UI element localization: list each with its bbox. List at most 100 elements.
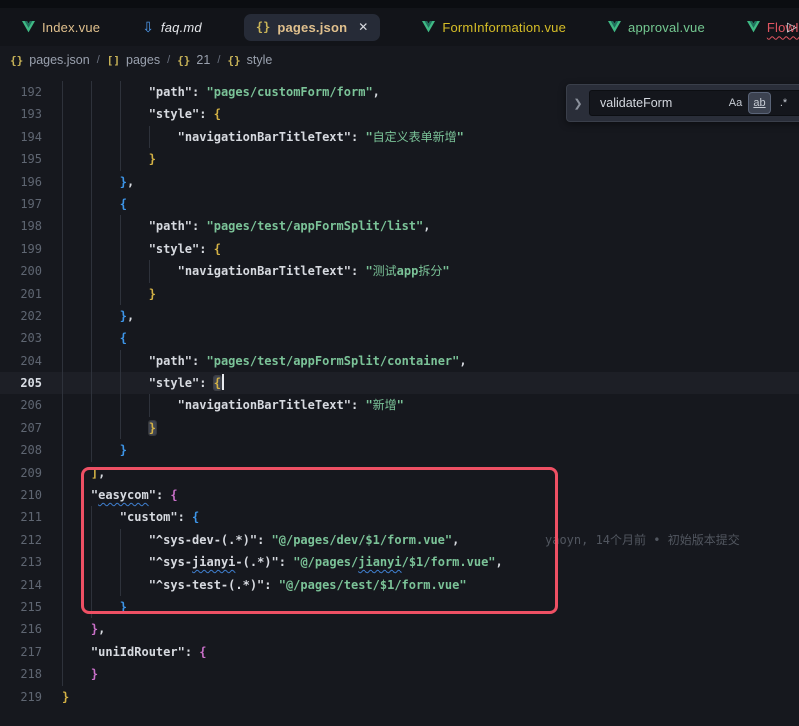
code-content[interactable]: ],: [62, 462, 799, 484]
tab-index-vue[interactable]: Index.vue: [22, 20, 100, 35]
code-content[interactable]: "navigationBarTitleText": "自定义表单新增": [62, 126, 799, 148]
line-number[interactable]: 201: [0, 283, 62, 305]
line-number[interactable]: 203: [0, 327, 62, 349]
code-content[interactable]: "path": "pages/test/appFormSplit/contain…: [62, 350, 799, 372]
line-number[interactable]: 210: [0, 484, 62, 506]
code-line-216[interactable]: 216},: [0, 618, 799, 640]
code-content[interactable]: "navigationBarTitleText": "测试app拆分": [62, 260, 799, 282]
code-line-215[interactable]: 215}: [0, 596, 799, 618]
tab-overflow-icon[interactable]: ▷: [787, 19, 797, 35]
tab-pages-json[interactable]: {}pages.json✕: [244, 14, 380, 41]
code-tokens: }: [62, 663, 98, 685]
code-content[interactable]: "path": "pages/test/appFormSplit/list",: [62, 215, 799, 237]
code-line-219[interactable]: 219}: [0, 686, 799, 708]
code-line-209[interactable]: 209],: [0, 462, 799, 484]
code-content[interactable]: "custom": {: [62, 506, 799, 528]
code-content[interactable]: "style": {: [62, 372, 799, 394]
code-content[interactable]: }: [62, 417, 799, 439]
code-line-214[interactable]: 214"^sys-test-(.*)": "@/pages/test/$1/fo…: [0, 574, 799, 596]
code-content[interactable]: "style": {: [62, 238, 799, 260]
line-number[interactable]: 213: [0, 551, 62, 573]
line-number[interactable]: 207: [0, 417, 62, 439]
code-content[interactable]: "^sys-jianyi-(.*)": "@/pages/jianyi/$1/f…: [62, 551, 799, 573]
token-key: "^sys-: [149, 555, 192, 569]
line-number[interactable]: 197: [0, 193, 62, 215]
code-line-212[interactable]: 212"^sys-dev-(.*)": "@/pages/dev/$1/form…: [0, 529, 799, 551]
code-line-208[interactable]: 208}: [0, 439, 799, 461]
tab-approval-vue[interactable]: approval.vue: [608, 20, 705, 35]
line-number[interactable]: 208: [0, 439, 62, 461]
code-content[interactable]: }: [62, 148, 799, 170]
code-content[interactable]: },: [62, 305, 799, 327]
code-content[interactable]: },: [62, 618, 799, 640]
line-number[interactable]: 198: [0, 215, 62, 237]
editor-pane[interactable]: 192"path": "pages/customForm/form",193"s…: [0, 74, 799, 726]
line-number[interactable]: 199: [0, 238, 62, 260]
code-line-205[interactable]: 205"style": {: [0, 372, 799, 394]
find-regex-button[interactable]: .*: [773, 93, 794, 113]
code-line-207[interactable]: 207}: [0, 417, 799, 439]
line-number[interactable]: 211: [0, 506, 62, 528]
code-content[interactable]: {: [62, 193, 799, 215]
line-number[interactable]: 196: [0, 171, 62, 193]
line-number[interactable]: 200: [0, 260, 62, 282]
code-line-198[interactable]: 198"path": "pages/test/appFormSplit/list…: [0, 215, 799, 237]
code-content[interactable]: }: [62, 663, 799, 685]
code-content[interactable]: {: [62, 327, 799, 349]
line-number[interactable]: 214: [0, 574, 62, 596]
find-whole-word-button[interactable]: ab: [749, 93, 770, 113]
line-number[interactable]: 219: [0, 686, 62, 708]
code-content[interactable]: }: [62, 439, 799, 461]
breadcrumb-item-pages-json[interactable]: {}pages.json: [10, 53, 90, 67]
line-number[interactable]: 202: [0, 305, 62, 327]
tab-close-icon[interactable]: ✕: [358, 20, 368, 34]
code-content[interactable]: "easycom": {: [62, 484, 799, 506]
breadcrumb-item-pages[interactable]: []pages: [107, 53, 160, 67]
code-line-203[interactable]: 203{: [0, 327, 799, 349]
breadcrumb-item-21[interactable]: {}21: [177, 53, 210, 67]
line-number[interactable]: 217: [0, 641, 62, 663]
code-line-211[interactable]: 211"custom": {: [0, 506, 799, 528]
code-content[interactable]: "^sys-dev-(.*)": "@/pages/dev/$1/form.vu…: [62, 529, 799, 551]
code-content[interactable]: }: [62, 283, 799, 305]
code-line-213[interactable]: 213"^sys-jianyi-(.*)": "@/pages/jianyi/$…: [0, 551, 799, 573]
line-number[interactable]: 212: [0, 529, 62, 551]
line-number[interactable]: 218: [0, 663, 62, 685]
line-number[interactable]: 215: [0, 596, 62, 618]
line-number[interactable]: 206: [0, 394, 62, 416]
line-number[interactable]: 195: [0, 148, 62, 170]
code-line-210[interactable]: 210"easycom": {: [0, 484, 799, 506]
code-line-199[interactable]: 199"style": {: [0, 238, 799, 260]
code-content[interactable]: },: [62, 171, 799, 193]
line-number[interactable]: 204: [0, 350, 62, 372]
find-match-case-button[interactable]: Aa: [725, 93, 746, 113]
line-number[interactable]: 209: [0, 462, 62, 484]
tab-forminformation-vue[interactable]: FormInformation.vue: [422, 20, 566, 35]
tab-label: approval.vue: [628, 20, 705, 35]
code-tokens: }: [62, 439, 127, 461]
find-expand-chevron-icon[interactable]: ❯: [567, 97, 589, 110]
code-line-217[interactable]: 217"uniIdRouter": {: [0, 641, 799, 663]
code-line-200[interactable]: 200"navigationBarTitleText": "测试app拆分": [0, 260, 799, 282]
line-number[interactable]: 205: [0, 372, 62, 394]
breadcrumb-item-style[interactable]: {}style: [227, 53, 272, 67]
code-content[interactable]: "^sys-test-(.*)": "@/pages/test/$1/form.…: [62, 574, 799, 596]
code-line-202[interactable]: 202},: [0, 305, 799, 327]
line-number[interactable]: 216: [0, 618, 62, 640]
code-content[interactable]: "navigationBarTitleText": "新增": [62, 394, 799, 416]
code-content[interactable]: }: [62, 686, 799, 708]
line-number[interactable]: 192: [0, 81, 62, 103]
code-line-218[interactable]: 218}: [0, 663, 799, 685]
code-line-197[interactable]: 197{: [0, 193, 799, 215]
code-line-201[interactable]: 201}: [0, 283, 799, 305]
code-content[interactable]: "uniIdRouter": {: [62, 641, 799, 663]
code-line-196[interactable]: 196},: [0, 171, 799, 193]
code-line-204[interactable]: 204"path": "pages/test/appFormSplit/cont…: [0, 350, 799, 372]
code-line-194[interactable]: 194"navigationBarTitleText": "自定义表单新增": [0, 126, 799, 148]
line-number[interactable]: 193: [0, 103, 62, 125]
line-number[interactable]: 194: [0, 126, 62, 148]
code-content[interactable]: }: [62, 596, 799, 618]
code-line-206[interactable]: 206"navigationBarTitleText": "新增": [0, 394, 799, 416]
tab-faq-md[interactable]: ⇩faq.md: [142, 20, 202, 35]
code-line-195[interactable]: 195}: [0, 148, 799, 170]
